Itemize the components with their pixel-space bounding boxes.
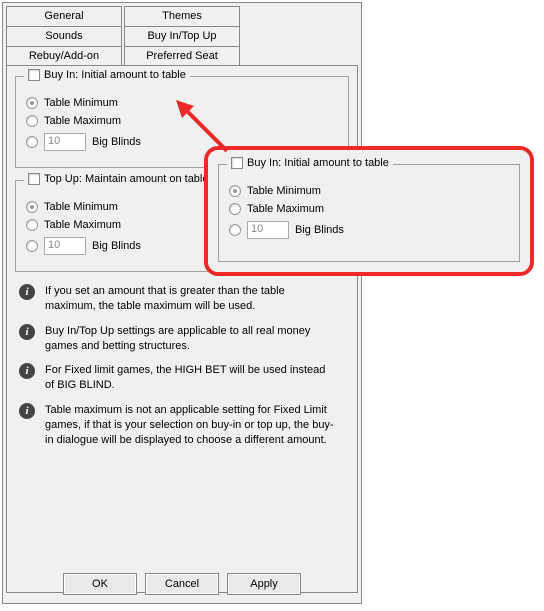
radio-icon — [26, 115, 38, 127]
callout-opt-min-label: Table Minimum — [247, 185, 321, 197]
tab-panel: Buy In: Initial amount to table Table Mi… — [6, 65, 358, 593]
buyin-bb-input[interactable]: 10 — [44, 133, 86, 151]
buyin-opt-max[interactable]: Table Maximum — [26, 115, 338, 127]
topup-opt-min-label: Table Minimum — [44, 201, 118, 213]
callout-opt-bb[interactable]: 10 Big Blinds — [229, 221, 509, 239]
info-text-1: If you set an amount that is greater tha… — [45, 284, 335, 314]
topup-title: Top Up: Maintain amount on table — [44, 173, 209, 185]
info-text-2: Buy In/Top Up settings are applicable to… — [45, 324, 335, 354]
radio-icon — [26, 201, 38, 213]
radio-icon — [26, 240, 38, 252]
buyin-opt-min[interactable]: Table Minimum — [26, 97, 338, 109]
radio-icon — [26, 136, 38, 148]
tab-buyin-topup[interactable]: Buy In/Top Up — [124, 26, 240, 46]
topup-title-row: Top Up: Maintain amount on table — [24, 173, 213, 185]
tab-rebuy-addon[interactable]: Rebuy/Add-on — [6, 46, 122, 66]
radio-icon — [26, 219, 38, 231]
apply-button[interactable]: Apply — [227, 573, 301, 595]
tab-sounds[interactable]: Sounds — [6, 26, 122, 46]
callout-title-row: Buy In: Initial amount to table — [227, 157, 393, 169]
radio-icon — [229, 224, 241, 236]
topup-bb-label: Big Blinds — [92, 240, 141, 252]
tab-preferred-seat[interactable]: Preferred Seat — [124, 46, 240, 66]
radio-icon — [229, 185, 241, 197]
tab-general[interactable]: General — [6, 6, 122, 26]
callout-bb-label: Big Blinds — [295, 224, 344, 236]
info-row-3: i For Fixed limit games, the HIGH BET wi… — [19, 363, 345, 393]
dialog-buttons: OK Cancel Apply — [3, 573, 361, 595]
buyin-title: Buy In: Initial amount to table — [44, 69, 186, 81]
info-icon: i — [19, 403, 35, 419]
topup-opt-max-label: Table Maximum — [44, 219, 121, 231]
tab-strip: General Themes Sounds Buy In/Top Up Rebu… — [3, 3, 361, 66]
callout-enable-checkbox[interactable] — [231, 157, 243, 169]
settings-dialog: General Themes Sounds Buy In/Top Up Rebu… — [2, 2, 362, 604]
info-text-4: Table maximum is not an applicable setti… — [45, 403, 335, 448]
callout-opt-max[interactable]: Table Maximum — [229, 203, 509, 215]
buyin-enable-checkbox[interactable] — [28, 69, 40, 81]
buyin-opt-max-label: Table Maximum — [44, 115, 121, 127]
info-icon: i — [19, 324, 35, 340]
ok-button[interactable]: OK — [63, 573, 137, 595]
radio-icon — [26, 97, 38, 109]
callout-box: Buy In: Initial amount to table Table Mi… — [204, 146, 534, 276]
callout-opt-min[interactable]: Table Minimum — [229, 185, 509, 197]
callout-bb-input[interactable]: 10 — [247, 221, 289, 239]
info-icon: i — [19, 363, 35, 379]
callout-title: Buy In: Initial amount to table — [247, 157, 389, 169]
info-icon: i — [19, 284, 35, 300]
radio-icon — [229, 203, 241, 215]
info-text-3: For Fixed limit games, the HIGH BET will… — [45, 363, 335, 393]
cancel-button[interactable]: Cancel — [145, 573, 219, 595]
info-row-1: i If you set an amount that is greater t… — [19, 284, 345, 314]
buyin-opt-min-label: Table Minimum — [44, 97, 118, 109]
tab-themes[interactable]: Themes — [124, 6, 240, 26]
buyin-bb-label: Big Blinds — [92, 136, 141, 148]
info-row-4: i Table maximum is not an applicable set… — [19, 403, 345, 448]
topup-enable-checkbox[interactable] — [28, 173, 40, 185]
topup-bb-input[interactable]: 10 — [44, 237, 86, 255]
info-row-2: i Buy In/Top Up settings are applicable … — [19, 324, 345, 354]
callout-group: Buy In: Initial amount to table Table Mi… — [218, 164, 520, 262]
callout-opt-max-label: Table Maximum — [247, 203, 324, 215]
buyin-title-row: Buy In: Initial amount to table — [24, 69, 190, 81]
